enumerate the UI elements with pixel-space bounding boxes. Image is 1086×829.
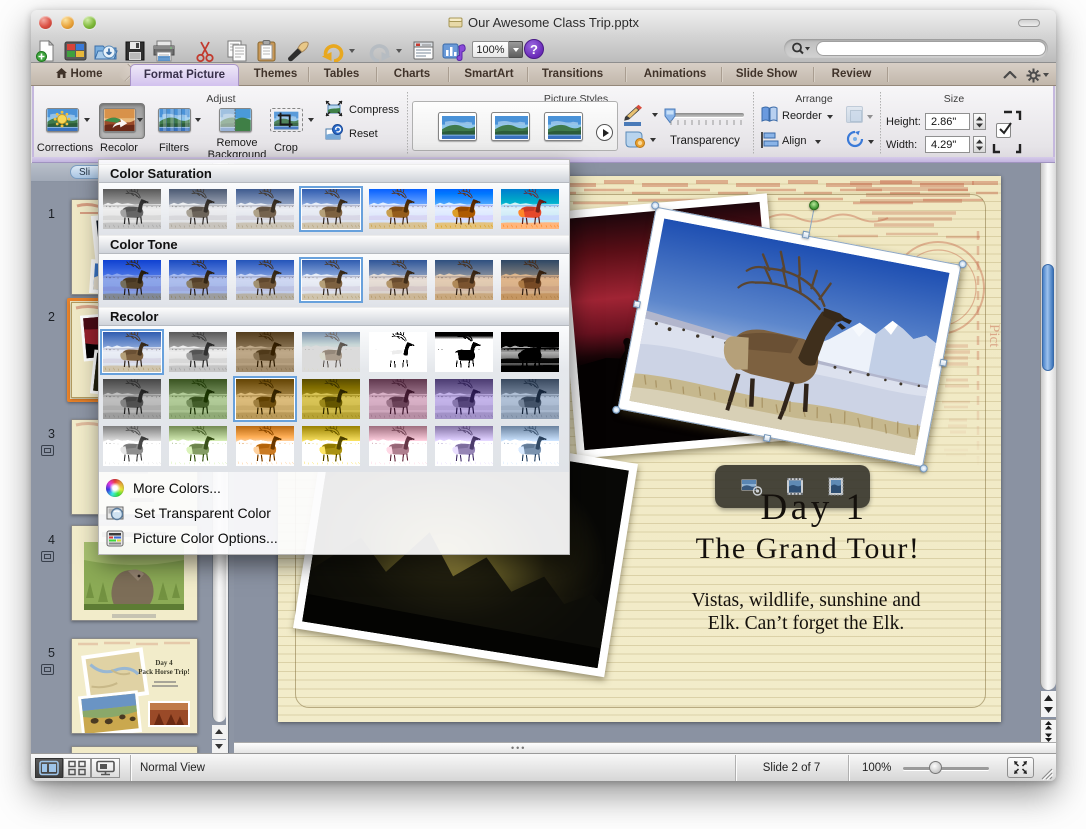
svg-text:Pack Horse Trip!: Pack Horse Trip!: [138, 668, 189, 676]
svg-text:Day 4: Day 4: [155, 659, 173, 667]
svg-text:Pict: Pict: [986, 324, 1001, 348]
